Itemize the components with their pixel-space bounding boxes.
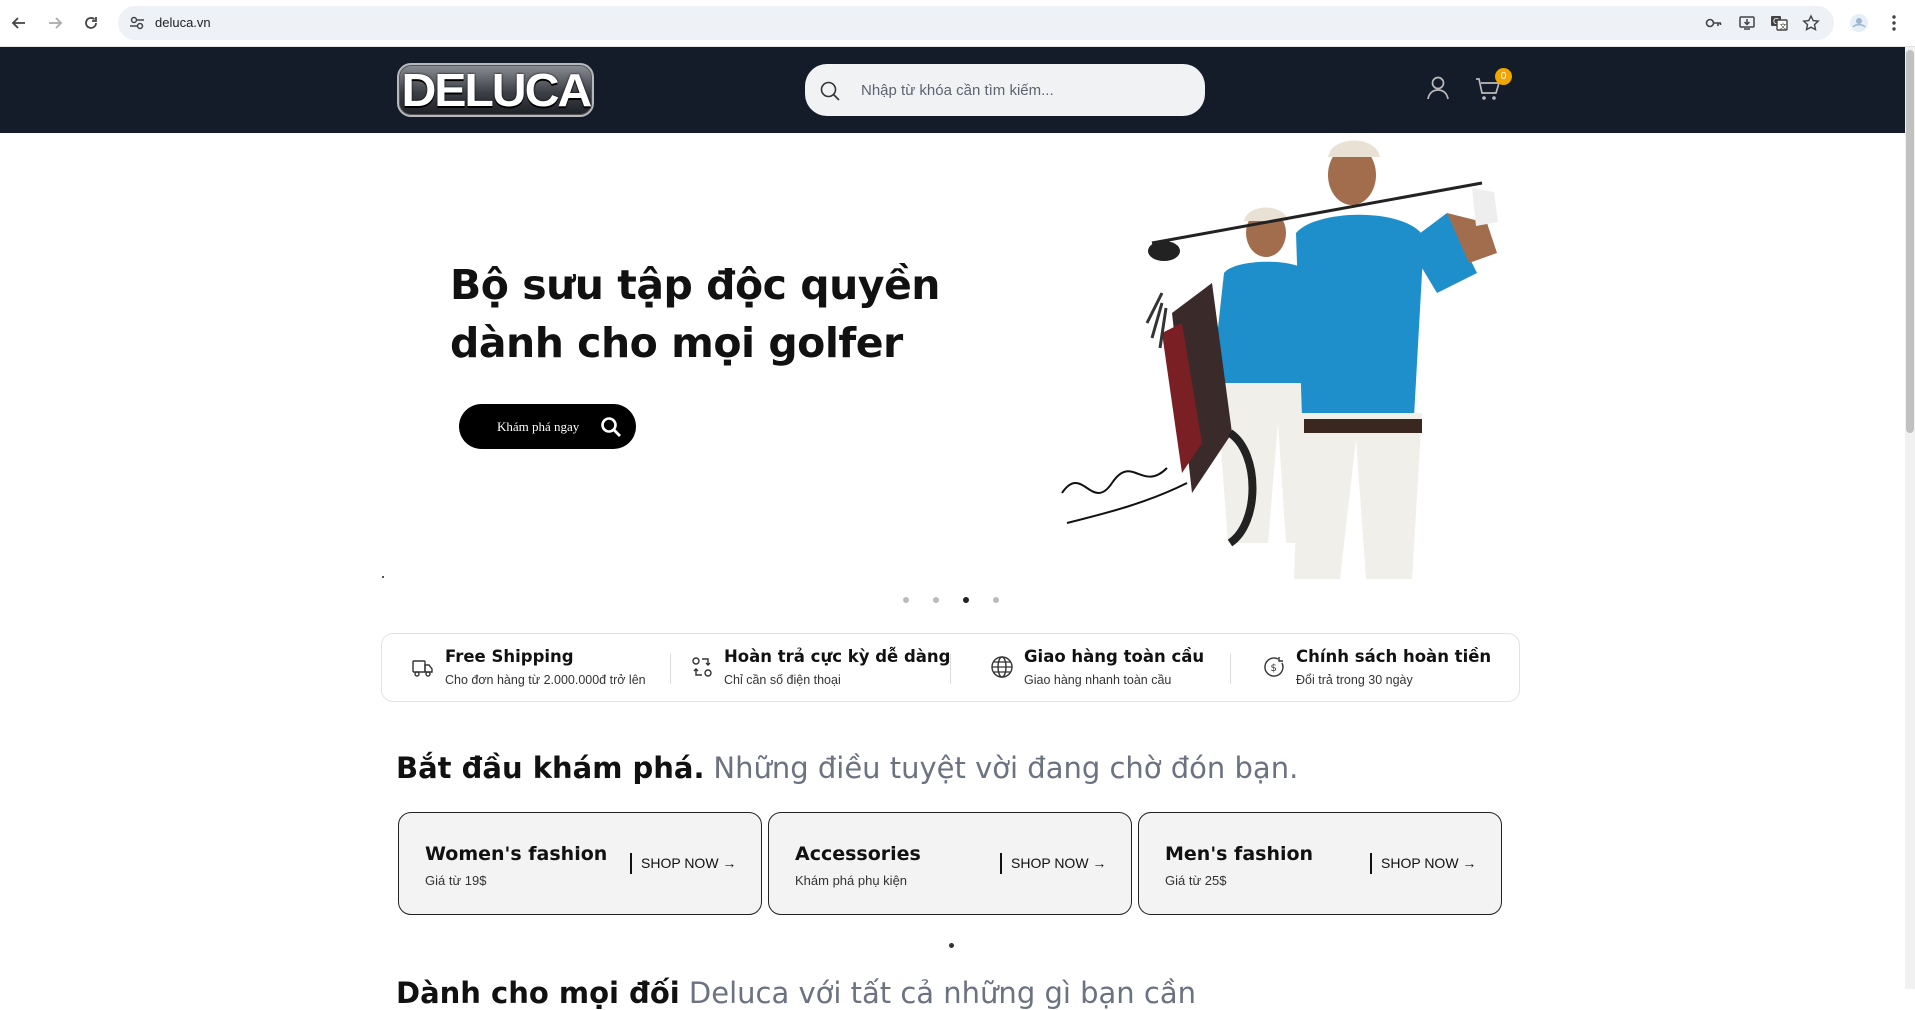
carousel-dot-4[interactable]	[993, 597, 999, 603]
hero-golfers-image	[1061, 140, 1498, 579]
carousel-dot-1[interactable]	[903, 597, 909, 603]
url-text: deluca.vn	[155, 15, 211, 30]
globe-icon	[991, 656, 1013, 678]
site-settings-icon[interactable]	[128, 14, 146, 32]
return-icon	[692, 657, 712, 677]
truck-icon	[412, 660, 433, 677]
profile-avatar-icon[interactable]	[1848, 12, 1870, 34]
carousel-dot-2[interactable]	[933, 597, 939, 603]
user-account-icon[interactable]	[1424, 74, 1452, 102]
features-strip: Free Shipping Cho đơn hàng từ 2.000.000đ…	[381, 633, 1520, 702]
card-divider	[1370, 853, 1372, 874]
cards-pagination-dot[interactable]	[949, 943, 954, 948]
forward-icon[interactable]	[44, 12, 66, 34]
install-app-icon[interactable]	[1738, 14, 1756, 32]
feature-divider	[670, 654, 671, 684]
hero-title: Bộ sưu tập độc quyền dành cho mọi golfer	[450, 261, 941, 367]
search-icon	[601, 417, 621, 437]
search-input[interactable]	[861, 78, 1191, 102]
explore-now-button[interactable]: Khám phá ngay	[459, 404, 636, 449]
cart-count-badge: 0	[1495, 68, 1512, 85]
search-bar[interactable]	[805, 64, 1205, 116]
scrollbar-thumb[interactable]	[1906, 50, 1914, 433]
shop-now-button[interactable]: SHOP NOW →	[641, 855, 736, 871]
address-bar[interactable]: deluca.vn G文	[118, 6, 1834, 40]
category-card-accessories[interactable]: Accessories Khám phá phụ kiện SHOP NOW →	[768, 812, 1132, 915]
translate-icon[interactable]: G文	[1770, 14, 1788, 32]
svg-text:$: $	[1271, 663, 1277, 674]
bookmark-star-icon[interactable]	[1802, 14, 1820, 32]
shop-now-button[interactable]: SHOP NOW →	[1011, 855, 1106, 871]
feature-divider	[950, 654, 951, 684]
site-logo[interactable]: DELUCA	[397, 63, 594, 117]
password-key-icon[interactable]	[1705, 14, 1723, 32]
card-divider	[1000, 853, 1002, 874]
back-icon[interactable]	[8, 12, 30, 34]
svg-text:文: 文	[1780, 22, 1787, 31]
page-scrollbar[interactable]	[1905, 47, 1915, 989]
category-card-womens-fashion[interactable]: Women's fashion Giá từ 19$ SHOP NOW →	[398, 812, 762, 915]
explore-section-title: Bắt đầu khám phá. Những điều tuyệt vời đ…	[396, 751, 1299, 785]
refund-icon: $	[1264, 657, 1284, 677]
category-card-mens-fashion[interactable]: Men's fashion Giá từ 25$ SHOP NOW →	[1138, 812, 1502, 915]
reload-icon[interactable]	[80, 12, 102, 34]
carousel-dot-3[interactable]	[963, 597, 969, 603]
feature-divider	[1230, 654, 1231, 684]
hero-marker	[382, 576, 384, 578]
browser-menu-icon[interactable]	[1883, 12, 1905, 34]
search-icon[interactable]	[819, 80, 841, 102]
next-section-title: Dành cho mọi đối Deluca với tất cả những…	[396, 976, 1196, 1010]
card-divider	[630, 853, 632, 874]
shop-now-button[interactable]: SHOP NOW →	[1381, 855, 1476, 871]
browser-toolbar: deluca.vn G文	[0, 0, 1915, 47]
site-header: DELUCA	[0, 47, 1905, 133]
